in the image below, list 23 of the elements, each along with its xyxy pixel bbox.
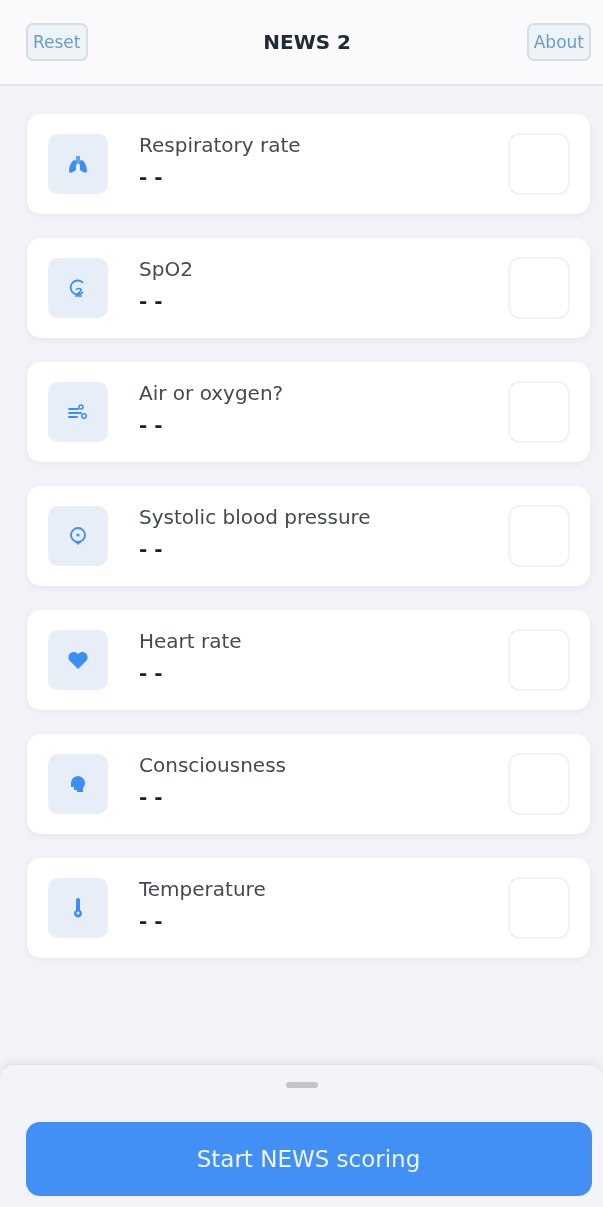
drag-handle[interactable] bbox=[285, 1082, 318, 1088]
parameter-card[interactable]: Air or oxygen? - - bbox=[27, 362, 590, 462]
screen-title: NEWS 2 bbox=[263, 30, 351, 54]
parameter-label: Respiratory rate bbox=[139, 133, 302, 157]
parameter-value: - - bbox=[139, 289, 164, 313]
parameter-label: SpO2 bbox=[139, 257, 194, 281]
parameter-card[interactable]: Consciousness - - bbox=[27, 734, 590, 834]
parameter-card[interactable]: Systolic blood pressure - - bbox=[27, 486, 590, 586]
parameter-card[interactable]: Respiratory rate - - bbox=[27, 114, 590, 214]
parameter-label: Consciousness bbox=[139, 753, 287, 777]
parameter-card[interactable]: Heart rate - - bbox=[27, 610, 590, 710]
parameter-value: - - bbox=[139, 537, 164, 561]
parameter-value: - - bbox=[139, 909, 164, 933]
parameter-card[interactable]: Temperature - - bbox=[27, 858, 590, 958]
parameter-value: - - bbox=[139, 165, 164, 189]
parameter-label: Heart rate bbox=[139, 629, 243, 653]
parameter-card[interactable]: SpO2 - - bbox=[27, 238, 590, 338]
parameter-value: - - bbox=[139, 661, 164, 685]
parameter-label: Systolic blood pressure bbox=[139, 505, 372, 529]
parameter-value: - - bbox=[139, 413, 164, 437]
parameter-label: Temperature bbox=[139, 877, 267, 901]
parameter-value: - - bbox=[139, 785, 164, 809]
parameter-label: Air or oxygen? bbox=[139, 381, 285, 405]
